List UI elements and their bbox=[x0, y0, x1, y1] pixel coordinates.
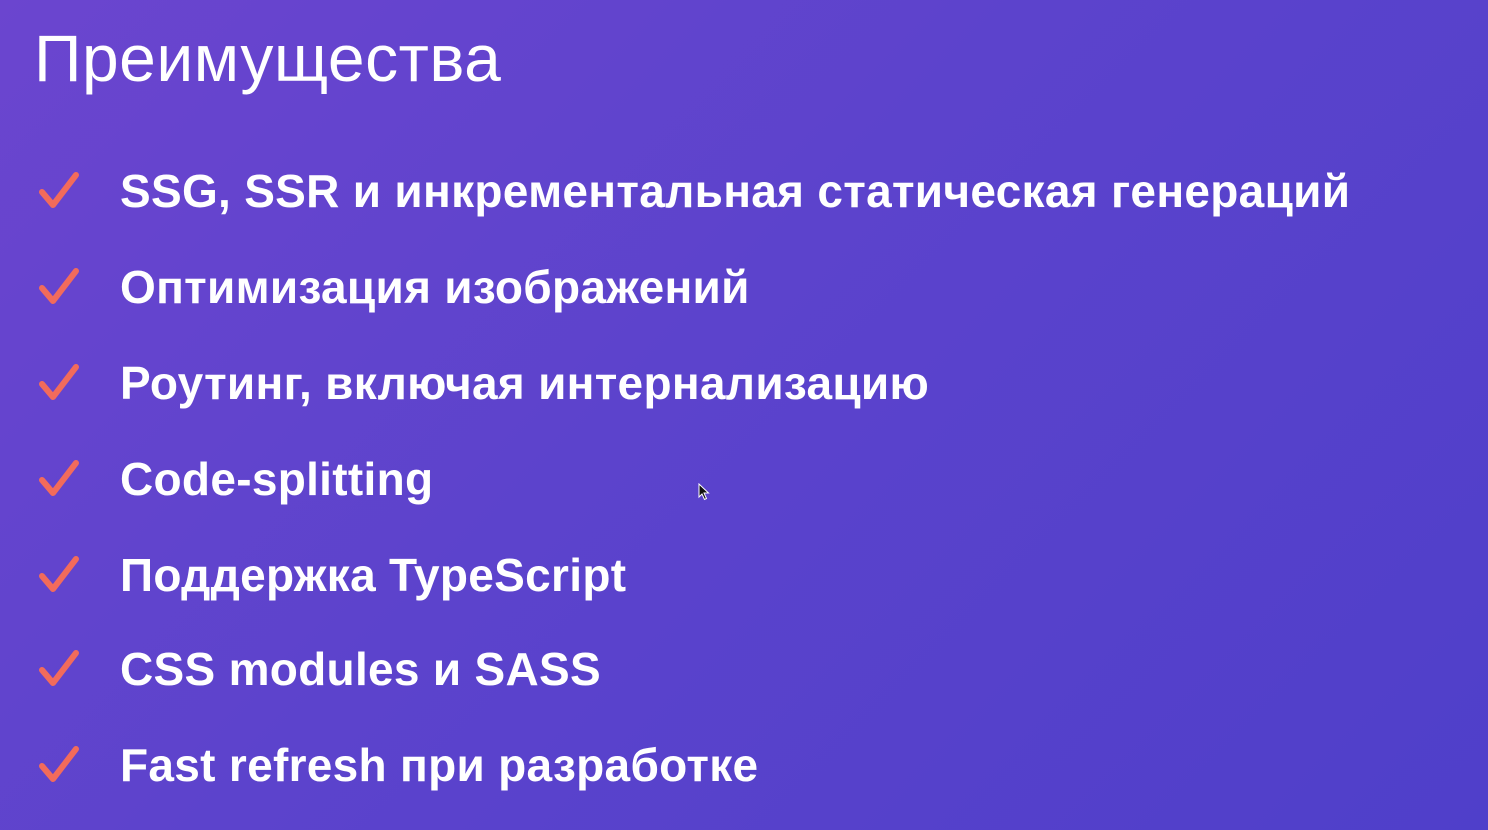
benefit-label: Code-splitting bbox=[120, 453, 434, 505]
check-icon bbox=[38, 458, 80, 500]
slide-title: Преимущества bbox=[34, 21, 502, 95]
check-icon bbox=[38, 362, 80, 404]
benefit-label: Роутинг, включая интернализацию bbox=[120, 357, 930, 409]
check-icon bbox=[38, 744, 80, 786]
benefit-label: Оптимизация изображений bbox=[120, 261, 750, 313]
check-icon bbox=[38, 648, 80, 690]
benefit-label: Поддержка TypeScript bbox=[120, 549, 627, 601]
mouse-cursor-icon bbox=[698, 482, 710, 501]
list-item: Роутинг, включая интернализацию bbox=[0, 355, 1488, 415]
check-icon bbox=[38, 554, 80, 596]
check-icon bbox=[38, 170, 80, 212]
benefit-label: Fast refresh при разработке bbox=[120, 739, 759, 791]
list-item: CSS modules и SASS bbox=[0, 641, 1488, 701]
list-item: SSG, SSR и инкрементальная статическая г… bbox=[0, 163, 1488, 223]
list-item: Оптимизация изображений bbox=[0, 259, 1488, 319]
list-item: Fast refresh при разработке bbox=[0, 737, 1488, 797]
list-item: Поддержка TypeScript bbox=[0, 547, 1488, 607]
benefit-label: SSG, SSR и инкрементальная статическая г… bbox=[120, 165, 1351, 217]
check-icon bbox=[38, 266, 80, 308]
presentation-slide: Преимущества SSG, SSR и инкрементальная … bbox=[0, 0, 1488, 830]
list-item: Code-splitting bbox=[0, 451, 1488, 511]
benefit-label: CSS modules и SASS bbox=[120, 643, 602, 695]
